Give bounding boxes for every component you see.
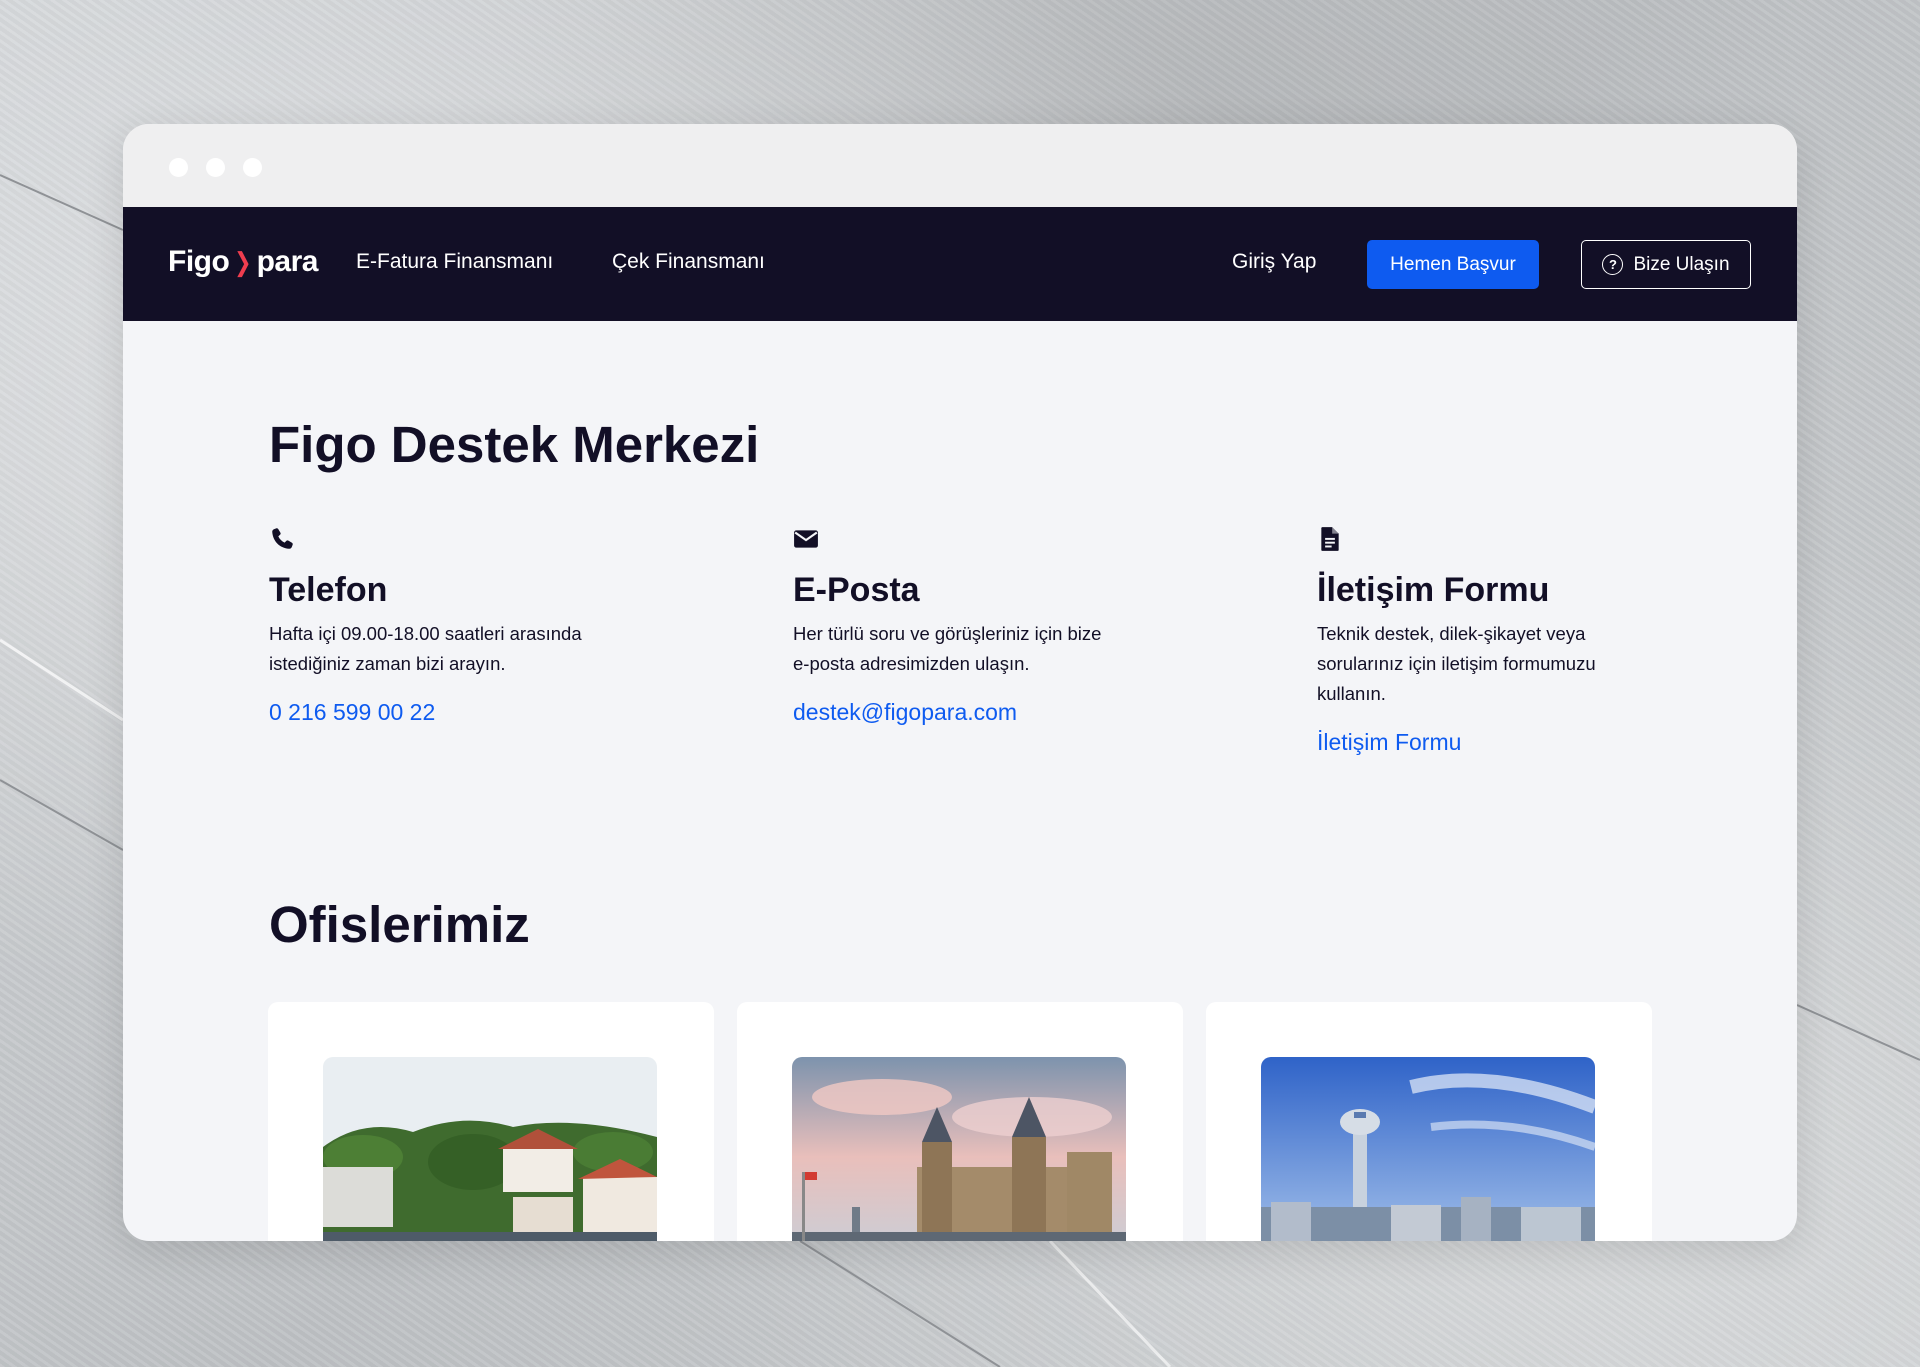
city-tower-skyline-photo [1261,1057,1595,1241]
contact-title: E-Posta [793,571,920,609]
close-dot-icon[interactable] [169,158,188,177]
contact-description: Hafta içi 09.00-18.00 saatleri arasında … [269,622,582,674]
contact-title: İletişim Formu [1317,571,1550,609]
logo-text-figo: Figo [168,245,230,278]
site-navbar: Figo ❯ para E-Fatura Finansmanı Çek Fina… [123,207,1797,321]
minimize-dot-icon[interactable] [206,158,225,177]
bosphorus-waterfront-photo [323,1057,657,1241]
help-circle-icon: ? [1602,254,1624,275]
contact-description: Her türlü soru ve görüşleriniz için bize… [793,622,1102,674]
envelope-icon [794,530,818,548]
contact-us-label: Bize Ulaşın [1633,253,1730,275]
email-link[interactable]: destek@figopara.com [793,699,1153,726]
contact-email: E-Posta Her türlü soru ve görüşleriniz i… [793,526,1153,726]
chevron-right-icon: ❯ [234,246,252,277]
office-card[interactable] [1206,1002,1652,1241]
office-card[interactable] [737,1002,1183,1241]
nav-link-e-fatura[interactable]: E-Fatura Finansmanı [356,250,553,274]
contact-form-link[interactable]: İletişim Formu [1317,729,1677,756]
site-logo[interactable]: Figo ❯ para [168,245,318,279]
historic-train-station-photo [792,1057,1126,1241]
contact-us-button[interactable]: ? Bize Ulaşın [1581,240,1751,289]
page-title: Figo Destek Merkezi [269,416,760,473]
logo-text-para: para [256,245,319,278]
office-card[interactable] [268,1002,714,1241]
login-link[interactable]: Giriş Yap [1232,250,1316,274]
maximize-dot-icon[interactable] [243,158,262,177]
apply-now-button[interactable]: Hemen Başvur [1367,240,1539,289]
contact-phone: Telefon Hafta içi 09.00-18.00 saatleri a… [269,526,629,726]
document-icon [1321,527,1339,551]
phone-link[interactable]: 0 216 599 00 22 [269,699,629,726]
nav-link-cek[interactable]: Çek Finansmanı [612,250,765,274]
contact-title: Telefon [269,571,388,609]
contact-description: Teknik destek, dilek-şikayet veya sorula… [1317,622,1596,704]
browser-window: Figo ❯ para E-Fatura Finansmanı Çek Fina… [123,124,1797,1241]
main-content: Figo Destek Merkezi Telefon Hafta içi 09… [123,321,1797,1241]
window-titlebar [123,124,1797,207]
contact-form: İletişim Formu Teknik destek, dilek-şika… [1317,526,1677,756]
phone-icon [272,528,293,549]
offices-title: Ofislerimiz [269,896,530,953]
